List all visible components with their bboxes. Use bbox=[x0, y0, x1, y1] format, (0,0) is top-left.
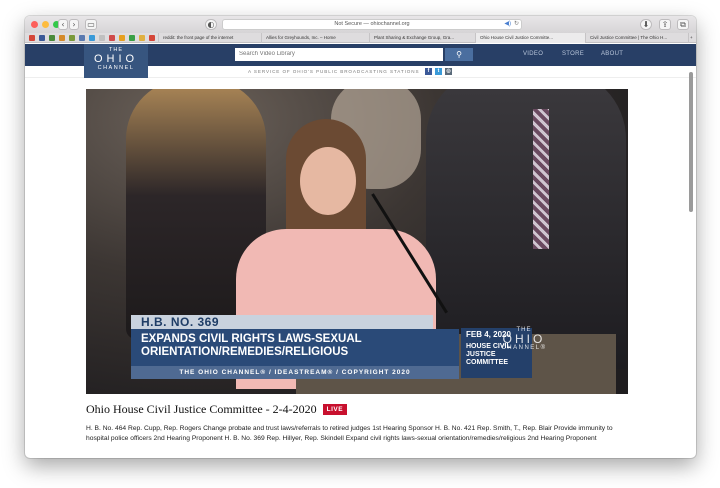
browser-window: ‹ › ▭ ◐ Not Secure — ohiochannel.org ◀) … bbox=[25, 16, 696, 458]
watermark-ohio: OHIO bbox=[502, 332, 546, 346]
nav-store[interactable]: STORE bbox=[562, 51, 584, 57]
reload-icon[interactable]: ↻ bbox=[514, 20, 519, 29]
privacy-icon[interactable]: ◐ bbox=[205, 19, 217, 30]
watermark-channel: CHANNEL® bbox=[501, 345, 547, 351]
bookmark-icon[interactable] bbox=[129, 35, 135, 41]
tagline: A SERVICE OF OHIO'S PUBLIC BROADCASTING … bbox=[248, 69, 420, 74]
nav-video[interactable]: VIDEO bbox=[523, 51, 543, 57]
address-bar[interactable]: Not Secure — ohiochannel.org ◀) ↻ bbox=[222, 19, 522, 30]
share-icon[interactable]: ⇪ bbox=[659, 19, 671, 30]
search-input[interactable] bbox=[235, 48, 443, 61]
tab-plant-sharing[interactable]: Plant Sharing & Exchange Group, Gra... bbox=[369, 33, 475, 43]
facebook-icon[interactable] bbox=[39, 35, 45, 41]
tab-overview-icon[interactable]: ⧉ bbox=[677, 19, 689, 30]
window-controls bbox=[31, 21, 60, 28]
logo-ohio: OHIO bbox=[93, 53, 139, 65]
bookmark-icon[interactable] bbox=[119, 35, 125, 41]
search-icon: ⚲ bbox=[456, 50, 462, 59]
tab-ohio-house-active[interactable]: Ohio House Civil Justice Committe... bbox=[475, 33, 585, 43]
search-button[interactable]: ⚲ bbox=[445, 48, 473, 61]
twitter-icon[interactable]: t bbox=[435, 68, 442, 75]
bookmark-icon[interactable] bbox=[69, 35, 75, 41]
back-button[interactable]: ‹ bbox=[58, 19, 68, 30]
new-tab-button[interactable]: + bbox=[688, 33, 696, 43]
video-frame-tie bbox=[533, 109, 549, 249]
page-scrollbar[interactable] bbox=[689, 72, 693, 212]
committee-name-line-2: JUSTICE bbox=[466, 351, 496, 358]
bookmark-icon[interactable] bbox=[59, 35, 65, 41]
instagram-icon[interactable]: ◎ bbox=[445, 68, 452, 75]
committee-name-line-3: COMMITTEE bbox=[466, 359, 508, 366]
close-window-button[interactable] bbox=[31, 21, 38, 28]
tab-civil-justice[interactable]: Civil Justice Committee | The Ohio H... bbox=[585, 33, 689, 43]
bookmark-icon[interactable] bbox=[79, 35, 85, 41]
lower-third-graphic: H.B. NO. 369 EXPANDS CIVIL RIGHTS LAWS-S… bbox=[131, 315, 551, 394]
tab-bar: reddit: the front page of the internet A… bbox=[25, 33, 696, 43]
video-title: Ohio House Civil Justice Committee - 2-4… bbox=[86, 401, 317, 416]
bookmark-icon[interactable] bbox=[49, 35, 55, 41]
site-header: THE OHIO CHANNEL ⚲ VIDEO STORE ABOUT bbox=[25, 44, 696, 78]
video-player[interactable]: H.B. NO. 369 EXPANDS CIVIL RIGHTS LAWS-S… bbox=[86, 89, 628, 394]
live-badge: LIVE bbox=[322, 403, 348, 415]
tab-greyhounds[interactable]: Allies for Greyhounds, Inc. – Home bbox=[261, 33, 369, 43]
sidebar-toggle-icon[interactable]: ▭ bbox=[85, 19, 97, 30]
bill-title-line-2: ORIENTATION/REMEDIES/RELIGIOUS bbox=[141, 346, 349, 358]
url-text: Not Secure — ohiochannel.org bbox=[334, 21, 410, 27]
audio-playing-icon[interactable]: ◀) bbox=[504, 20, 511, 29]
ohio-channel-logo[interactable]: THE OHIO CHANNEL bbox=[84, 44, 148, 78]
facebook-icon[interactable]: f bbox=[425, 68, 432, 75]
bill-title: EXPANDS CIVIL RIGHTS LAWS-SEXUAL ORIENTA… bbox=[131, 329, 459, 366]
channel-watermark: THE OHIO CHANNEL® bbox=[494, 327, 554, 351]
gmail-icon[interactable] bbox=[29, 35, 35, 41]
video-frame-speaker-face bbox=[300, 147, 356, 215]
forward-button[interactable]: › bbox=[69, 19, 79, 30]
video-title-row: Ohio House Civil Justice Committee - 2-4… bbox=[86, 401, 348, 416]
nav-about[interactable]: ABOUT bbox=[601, 51, 623, 57]
bill-title-line-1: EXPANDS CIVIL RIGHTS LAWS-SEXUAL bbox=[141, 333, 362, 345]
copyright-bar: THE OHIO CHANNEL® / IDEASTREAM® / COPYRI… bbox=[131, 366, 459, 379]
video-description: H. B. No. 464 Rep. Cupp, Rep. Rogers Cha… bbox=[86, 425, 613, 442]
downloads-icon[interactable]: ⬇ bbox=[640, 19, 652, 30]
bookmark-icon[interactable] bbox=[109, 35, 115, 41]
bookmark-icon[interactable] bbox=[99, 35, 105, 41]
logo-channel: CHANNEL bbox=[97, 65, 135, 71]
twitter-icon[interactable] bbox=[89, 35, 95, 41]
gmail-icon[interactable] bbox=[149, 35, 155, 41]
bill-number: H.B. NO. 369 bbox=[131, 315, 433, 329]
tab-reddit[interactable]: reddit: the front page of the internet bbox=[158, 33, 261, 43]
browser-toolbar: ‹ › ▭ ◐ Not Secure — ohiochannel.org ◀) … bbox=[25, 16, 696, 33]
minimize-window-button[interactable] bbox=[42, 21, 49, 28]
bookmark-icon[interactable] bbox=[139, 35, 145, 41]
